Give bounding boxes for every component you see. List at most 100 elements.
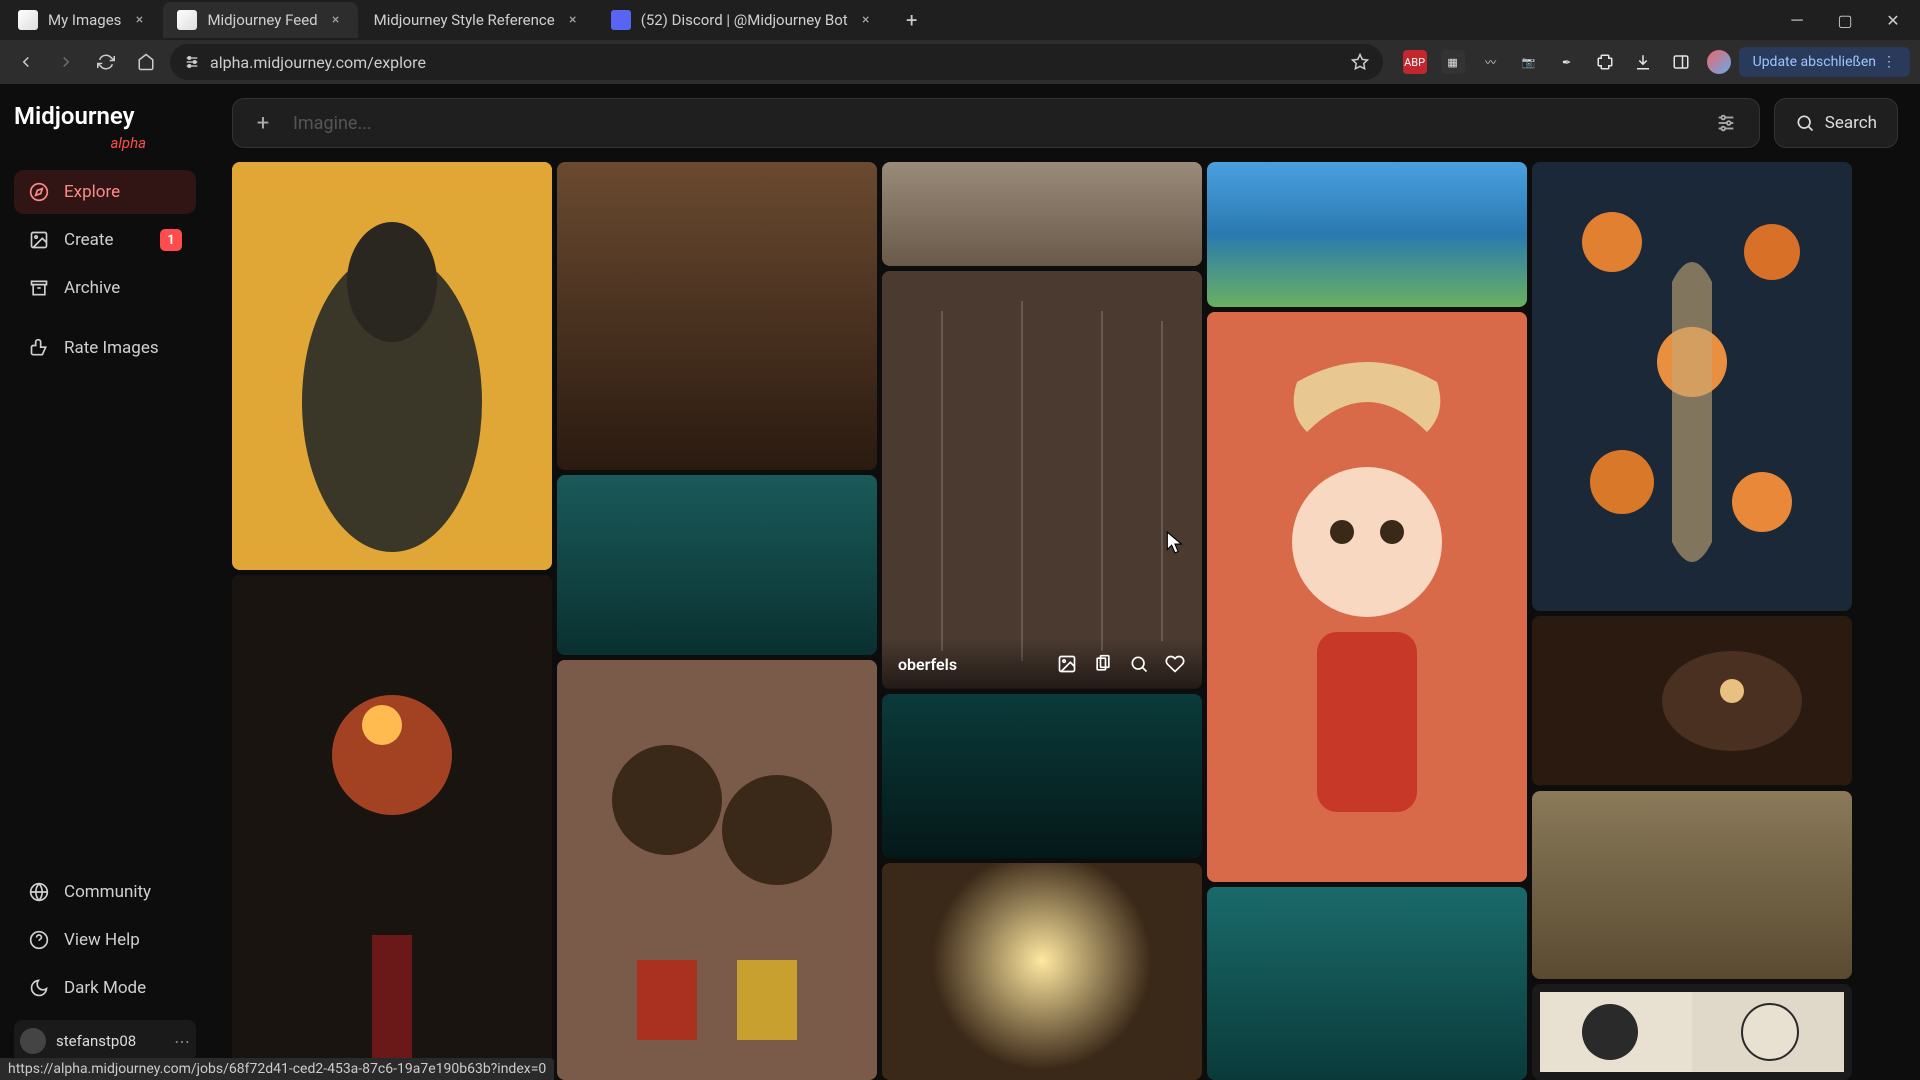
site-settings-icon[interactable] — [184, 54, 200, 70]
moon-icon — [28, 977, 50, 999]
archive-icon — [28, 277, 50, 299]
topbar: + Search — [210, 84, 1920, 162]
sidebar-label: Dark Mode — [64, 978, 146, 998]
gallery-tile[interactable] — [1207, 887, 1527, 1080]
browser-tab[interactable]: Midjourney Style Reference × — [360, 2, 595, 38]
globe-icon — [28, 881, 50, 903]
sidebar-item-help[interactable]: View Help — [14, 918, 196, 962]
sidebar-label: Rate Images — [64, 338, 159, 358]
gallery-tile[interactable] — [1207, 162, 1527, 307]
more-icon[interactable]: ⋯ — [174, 1032, 190, 1051]
tab-title: Midjourney Style Reference — [374, 11, 555, 29]
browser-tab[interactable]: Midjourney Feed × — [163, 2, 357, 38]
badge: 1 — [160, 229, 182, 251]
bookmark-icon[interactable] — [1351, 53, 1369, 71]
maximize-button[interactable]: ▢ — [1822, 0, 1868, 40]
extensions-row: ABP ▦ 〰 📷 ✒ — [1403, 50, 1731, 74]
search-icon — [1795, 113, 1815, 133]
heart-icon[interactable] — [1164, 653, 1186, 675]
gallery-tile[interactable] — [232, 162, 552, 570]
thumbs-up-icon — [28, 337, 50, 359]
status-bar: https://alpha.midjourney.com/jobs/68f72d… — [0, 1058, 554, 1080]
sidebar-item-rate[interactable]: Rate Images — [14, 326, 196, 370]
gallery-tile[interactable] — [1532, 162, 1852, 611]
tab-favicon — [18, 10, 38, 30]
prompt-bar[interactable]: + — [232, 98, 1760, 148]
gallery-tile[interactable] — [1207, 312, 1527, 882]
gallery-tile[interactable] — [1532, 616, 1852, 785]
browser-toolbar: alpha.midjourney.com/explore ABP ▦ 〰 📷 ✒… — [0, 40, 1920, 84]
back-button[interactable] — [10, 46, 42, 78]
minimize-button[interactable]: ─ — [1774, 0, 1820, 40]
settings-icon[interactable] — [1715, 112, 1743, 134]
sidebar-label: Community — [64, 882, 151, 902]
update-button[interactable]: Update abschließen ⋮ — [1739, 47, 1910, 77]
plus-icon[interactable]: + — [249, 109, 277, 137]
gallery-tile[interactable] — [1532, 984, 1852, 1080]
close-icon[interactable]: × — [131, 12, 147, 28]
image-gallery: oberfels — [210, 162, 1920, 1080]
close-icon[interactable]: × — [328, 12, 344, 28]
tab-favicon — [611, 10, 631, 30]
avatar — [20, 1028, 46, 1054]
tile-author[interactable]: oberfels — [898, 655, 957, 674]
forward-button[interactable] — [50, 46, 82, 78]
gallery-tile[interactable] — [232, 575, 552, 1075]
sidebar-item-create[interactable]: Create 1 — [14, 218, 196, 262]
copy-action-icon[interactable] — [1092, 653, 1114, 675]
tab-title: Midjourney Feed — [207, 11, 317, 29]
download-icon[interactable] — [1631, 50, 1655, 74]
sidebar-label: Explore — [64, 182, 120, 202]
close-icon[interactable]: × — [565, 12, 581, 28]
search-button[interactable]: Search — [1774, 98, 1898, 148]
browser-titlebar: My Images × Midjourney Feed × Midjourney… — [0, 0, 1920, 40]
tab-favicon — [177, 10, 197, 30]
search-action-icon[interactable] — [1128, 653, 1150, 675]
sidebar-item-explore[interactable]: Explore — [14, 170, 196, 214]
gallery-tile[interactable] — [1532, 791, 1852, 980]
username: stefanstp08 — [56, 1032, 136, 1050]
extension-icon[interactable]: ABP — [1403, 50, 1427, 74]
gallery-tile[interactable]: oberfels — [882, 271, 1202, 689]
sidebar-label: View Help — [64, 930, 140, 950]
sidebar-label: Archive — [64, 278, 120, 298]
sidebar-item-community[interactable]: Community — [14, 870, 196, 914]
gallery-tile[interactable] — [557, 660, 877, 1080]
browser-tab[interactable]: (52) Discord | @Midjourney Bot × — [597, 2, 888, 38]
user-menu[interactable]: stefanstp08 ⋯ — [14, 1020, 196, 1062]
gallery-tile[interactable] — [882, 863, 1202, 1080]
help-icon — [28, 929, 50, 951]
url-text: alpha.midjourney.com/explore — [210, 53, 426, 72]
close-icon[interactable]: × — [858, 12, 874, 28]
close-window-button[interactable]: ✕ — [1870, 0, 1916, 40]
menu-icon[interactable]: ⋮ — [1882, 54, 1896, 70]
sidebar-item-archive[interactable]: Archive — [14, 266, 196, 310]
compass-icon — [28, 181, 50, 203]
image-icon — [28, 229, 50, 251]
address-bar[interactable]: alpha.midjourney.com/explore — [170, 44, 1383, 80]
home-button[interactable] — [130, 46, 162, 78]
sidepanel-icon[interactable] — [1669, 50, 1693, 74]
gallery-tile[interactable] — [557, 475, 877, 655]
new-tab-button[interactable]: + — [896, 4, 928, 36]
sidebar-label: Create — [64, 230, 114, 250]
browser-tab[interactable]: My Images × — [4, 2, 161, 38]
extension-icon[interactable]: ✒ — [1555, 50, 1579, 74]
extension-icon[interactable]: 〰 — [1479, 50, 1503, 74]
tab-title: (52) Discord | @Midjourney Bot — [641, 11, 848, 29]
extension-icon[interactable]: 📷 — [1517, 50, 1541, 74]
logo[interactable]: Midjourney — [14, 102, 196, 130]
sidebar-item-darkmode[interactable]: Dark Mode — [14, 966, 196, 1010]
profile-icon[interactable] — [1707, 50, 1731, 74]
extension-icon[interactable]: ▦ — [1441, 50, 1465, 74]
prompt-input[interactable] — [293, 113, 1699, 134]
gallery-tile[interactable] — [557, 162, 877, 470]
gallery-tile[interactable] — [882, 694, 1202, 858]
image-action-icon[interactable] — [1056, 653, 1078, 675]
extensions-menu-icon[interactable] — [1593, 50, 1617, 74]
gallery-tile[interactable] — [882, 162, 1202, 266]
logo-subtitle: alpha — [14, 134, 146, 152]
reload-button[interactable] — [90, 46, 122, 78]
tile-overlay: oberfels — [882, 639, 1202, 689]
tab-title: My Images — [48, 11, 121, 29]
